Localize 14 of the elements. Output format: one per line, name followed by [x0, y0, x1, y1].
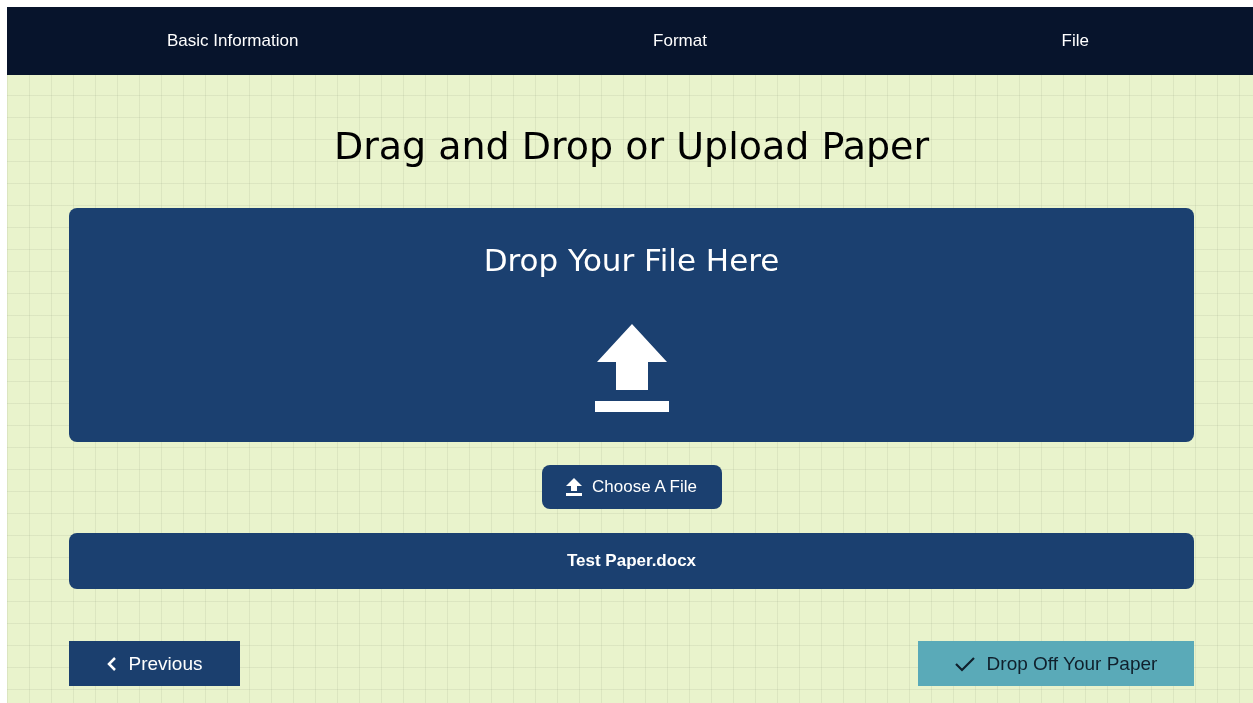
step-label[interactable]: File	[1061, 31, 1089, 51]
submit-button[interactable]: Drop Off Your Paper	[918, 641, 1194, 686]
step-label[interactable]: Format	[653, 31, 707, 51]
page-title: Drag and Drop or Upload Paper	[332, 123, 931, 170]
upload-icon	[566, 478, 583, 496]
previous-button[interactable]: Previous	[69, 641, 240, 686]
selected-file: Test Paper.docx	[69, 533, 1194, 589]
drop-zone[interactable]: Drop Your File Here	[69, 208, 1194, 442]
chevron-left-icon	[106, 656, 117, 671]
drop-zone-heading: Drop Your File Here	[483, 242, 780, 278]
upload-icon	[594, 324, 669, 412]
check-icon	[954, 655, 975, 672]
step-label[interactable]: Basic Information	[167, 31, 299, 51]
choose-file-button[interactable]: Choose A File	[541, 465, 722, 509]
